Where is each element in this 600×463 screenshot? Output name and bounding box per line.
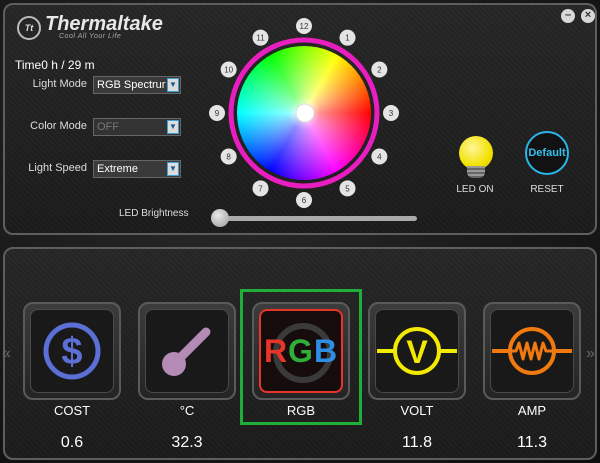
reset-label: RESET	[530, 184, 564, 195]
rgb-letter-r: R	[263, 332, 289, 369]
scroll-right-icon[interactable]: »	[586, 345, 595, 363]
light-mode-value: RGB Spectrur	[97, 79, 166, 91]
cost-value: 0.6	[60, 434, 84, 451]
volt-value: 11.8	[402, 434, 432, 451]
timer-value: 0 h / 29 m	[41, 58, 95, 72]
light-speed-select[interactable]: Extreme ▼	[93, 160, 181, 178]
light-speed-label: Light Speed	[28, 162, 87, 174]
temperature-value: 32.3	[171, 434, 203, 451]
thermaltake-logo: Tt Thermaltake Cool All Your Life	[17, 13, 163, 40]
minimize-button[interactable]: –	[561, 9, 575, 23]
wheel-position-1[interactable]: 1	[339, 29, 356, 46]
wheel-position-9[interactable]: 9	[209, 105, 225, 121]
brightness-label: LED Brightness	[119, 208, 189, 219]
app-window: Tt Thermaltake Cool All Your Life – × Ti…	[0, 0, 600, 463]
wheel-selector[interactable]	[295, 103, 315, 123]
wheel-position-5[interactable]: 5	[339, 180, 356, 197]
color-mode-label: Color Mode	[30, 120, 87, 132]
amp-icon	[492, 327, 572, 375]
wheel-position-label: 5	[345, 184, 350, 193]
rgb-label: RGB	[286, 403, 316, 418]
light-mode-select[interactable]: RGB Spectrur ▼	[93, 76, 181, 94]
wheel-position-label: 4	[377, 153, 382, 162]
logo-mark: Tt	[17, 15, 41, 40]
wheel-position-label: 6	[302, 196, 307, 205]
color-wheel-area: 12 1 2 3 4 5 6 7 8 9 10 11	[201, 11, 411, 216]
thermometer-icon	[162, 327, 211, 376]
rgb-letter-b: B	[313, 332, 339, 369]
timer-readout: Time0 h / 29 m	[15, 58, 95, 72]
brightness-slider-thumb[interactable]	[211, 209, 229, 227]
wheel-position-12[interactable]: 12	[296, 18, 312, 34]
default-button[interactable]: Default	[525, 131, 569, 175]
wheel-position-2[interactable]: 2	[371, 61, 388, 78]
wheel-position-label: 12	[300, 22, 309, 31]
volt-icon: V	[377, 327, 457, 375]
light-mode-label: Light Mode	[32, 78, 87, 90]
temperature-label: °C	[179, 403, 195, 418]
rgb-icon: RGB	[264, 333, 338, 370]
timer-label: Time	[15, 58, 42, 72]
temperature-card[interactable]	[138, 302, 236, 400]
amp-card[interactable]	[483, 302, 581, 400]
color-mode-value: OFF	[97, 121, 119, 133]
svg-text:$: $	[61, 331, 82, 373]
wheel-position-label: 11	[256, 34, 265, 43]
wheel-position-label: 7	[258, 184, 263, 193]
scroll-left-icon[interactable]: «	[2, 345, 11, 363]
color-wheel-svg: 121234567891011	[209, 18, 399, 208]
control-panel: Tt Thermaltake Cool All Your Life – × Ti…	[3, 3, 597, 235]
wheel-position-10[interactable]: 10	[220, 61, 237, 78]
wheel-position-7[interactable]: 7	[252, 180, 269, 197]
chevron-down-icon[interactable]: ▼	[167, 120, 179, 134]
led-on-label: LED ON	[456, 184, 494, 195]
rgb-card[interactable]: RGB	[252, 302, 350, 400]
amp-value: 11.3	[517, 434, 547, 451]
volt-label: VOLT	[400, 403, 434, 418]
cost-card[interactable]: $	[23, 302, 121, 400]
cost-label: COST	[53, 403, 91, 418]
chevron-down-icon[interactable]: ▼	[167, 78, 179, 92]
volt-card[interactable]: V	[368, 302, 466, 400]
chevron-down-icon[interactable]: ▼	[167, 162, 179, 176]
wheel-position-label: 2	[377, 66, 382, 75]
wheel-position-label: 3	[389, 109, 394, 118]
wheel-position-4[interactable]: 4	[371, 148, 388, 165]
light-speed-value: Extreme	[97, 163, 138, 175]
wheel-position-label: 9	[215, 109, 220, 118]
wheel-position-label: 1	[345, 34, 350, 43]
wheel-position-label: 8	[226, 153, 231, 162]
color-mode-select[interactable]: OFF ▼	[93, 118, 181, 136]
wheel-position-3[interactable]: 3	[383, 105, 399, 121]
wheel-position-11[interactable]: 11	[252, 29, 269, 46]
dollar-icon: $	[43, 322, 101, 380]
volt-glyph: V	[406, 334, 428, 370]
amp-label: AMP	[517, 403, 547, 418]
wheel-position-6[interactable]: 6	[296, 192, 312, 208]
rgb-letter-g: G	[288, 332, 314, 369]
close-button[interactable]: ×	[581, 9, 595, 23]
wheel-position-label: 10	[224, 66, 233, 75]
wheel-position-8[interactable]: 8	[220, 148, 237, 165]
brightness-slider-track[interactable]	[219, 216, 417, 221]
brand-name: Thermaltake	[45, 13, 163, 35]
led-bulb-icon[interactable]	[456, 136, 496, 182]
